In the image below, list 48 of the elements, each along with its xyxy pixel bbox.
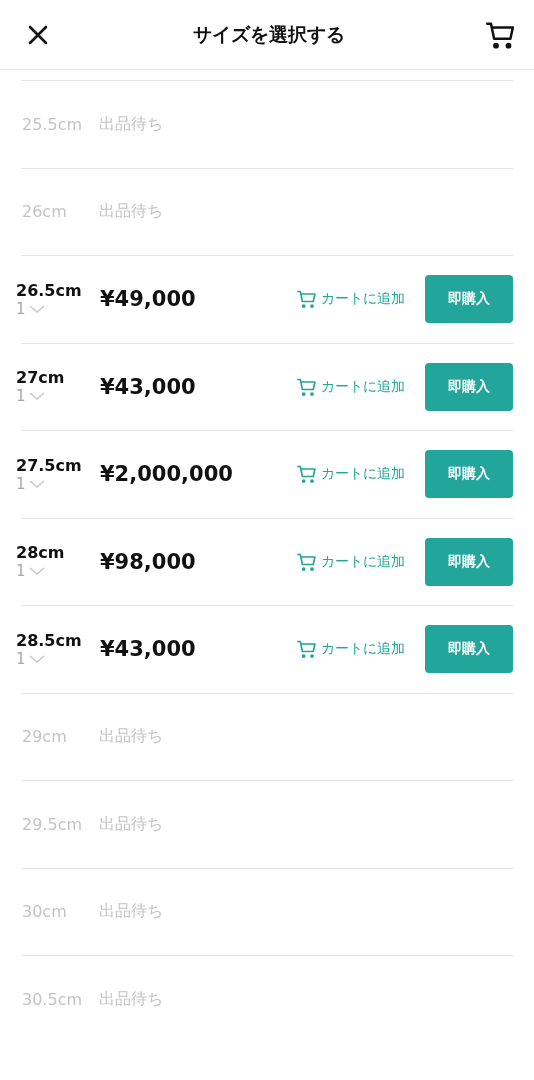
size-label: 27cm (16, 368, 66, 388)
chevron-down-icon (28, 478, 45, 489)
size-label: 30cm (22, 902, 68, 922)
size-label: 27.5cm (16, 455, 83, 475)
quantity-dropdown[interactable]: 1 (16, 474, 45, 493)
chevron-down-icon (28, 653, 45, 664)
status-label: 出品待ち (99, 901, 163, 923)
cart-icon (297, 464, 317, 485)
cart-icon (297, 289, 317, 310)
cart-icon (297, 639, 317, 660)
status-label: 出品待ち (99, 726, 163, 748)
page-title: サイズを選択する (193, 21, 345, 47)
add-to-cart-link[interactable]: カートに追加 (297, 376, 405, 397)
price: ¥98,000 (100, 549, 197, 574)
quantity-dropdown[interactable]: 1 (16, 299, 45, 318)
size-label: 26cm (22, 202, 68, 222)
size-label: 29.5cm (22, 814, 83, 834)
buy-now-button[interactable]: 即購入 (425, 537, 513, 586)
price: ¥43,000 (100, 374, 197, 399)
add-to-cart-link[interactable]: カートに追加 (297, 289, 405, 310)
price: ¥2,000,000 (100, 462, 234, 487)
status-label: 出品待ち (99, 113, 163, 135)
quantity-dropdown[interactable]: 1 (16, 562, 45, 581)
add-to-cart-link[interactable]: カートに追加 (297, 464, 405, 485)
price: ¥43,000 (100, 637, 197, 662)
buy-now-button[interactable]: 即購入 (425, 275, 513, 324)
status-label: 出品待ち (99, 201, 163, 223)
buy-now-button[interactable]: 即購入 (425, 625, 513, 674)
buy-now-button[interactable]: 即購入 (425, 362, 513, 411)
cart-icon (297, 551, 317, 572)
status-label: 出品待ち (99, 988, 163, 1010)
cart-icon (297, 376, 317, 397)
price: ¥49,000 (100, 287, 197, 312)
add-to-cart-link[interactable]: カートに追加 (297, 639, 405, 660)
quantity-dropdown[interactable]: 1 (16, 649, 45, 668)
size-label: 30.5cm (22, 989, 83, 1009)
status-label: 出品待ち (99, 813, 163, 835)
size-label: 29cm (22, 727, 68, 747)
chevron-down-icon (28, 566, 45, 577)
add-to-cart-link[interactable]: カートに追加 (297, 551, 405, 572)
size-label: 26.5cm (16, 280, 83, 300)
size-label: 25.5cm (22, 114, 83, 134)
size-label: 28.5cm (16, 630, 83, 650)
size-label: 28cm (16, 543, 66, 563)
buy-now-button[interactable]: 即購入 (425, 450, 513, 499)
quantity-dropdown[interactable]: 1 (16, 387, 45, 406)
chevron-down-icon (28, 303, 45, 314)
chevron-down-icon (28, 391, 45, 402)
